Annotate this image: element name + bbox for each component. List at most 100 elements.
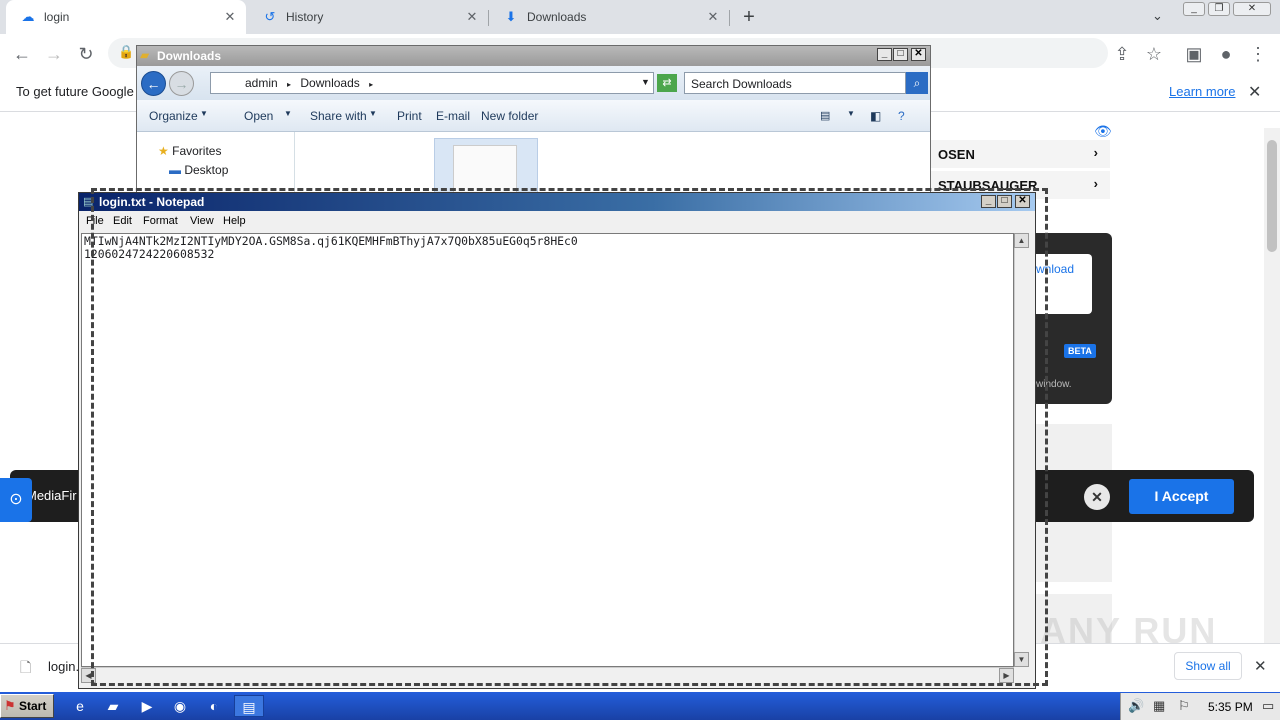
explorer-search-input[interactable]: Search Downloads — [684, 72, 906, 94]
view-options-icon[interactable]: ▤ — [820, 109, 830, 122]
flag-icon[interactable]: ⚐ — [1178, 698, 1190, 714]
accept-button[interactable]: I Accept — [1129, 479, 1234, 514]
maximize-button[interactable]: □ — [997, 195, 1012, 208]
menu-edit[interactable]: Edit — [113, 215, 132, 227]
back-arrow-icon[interactable]: ← — [10, 42, 34, 66]
email-button[interactable]: E-mail — [436, 109, 470, 123]
folder-icon[interactable]: ▰ — [101, 695, 125, 717]
notepad-vertical-scrollbar[interactable] — [1014, 233, 1030, 667]
page-scrollbar-thumb[interactable] — [1267, 140, 1277, 252]
star-icon: ★ — [158, 144, 169, 158]
chevron-down-icon: ▼ — [369, 109, 377, 118]
forward-arrow-icon[interactable]: → — [42, 42, 66, 66]
chrome-icon[interactable]: ◉ — [168, 695, 192, 717]
chevron-right-icon: › — [1093, 145, 1098, 160]
new-tab-button[interactable]: + — [738, 6, 760, 28]
notepad-text-area[interactable]: MTIwNjA4NTk2MzI2NTIyMDY2OA.GSM8Sa.qj61KQ… — [81, 233, 1014, 667]
close-icon[interactable]: ✕ — [1254, 657, 1267, 675]
tab-downloads[interactable]: ⬇ Downloads ✕ — [489, 0, 729, 34]
chevron-down-icon[interactable]: ▼ — [847, 109, 855, 118]
edge-icon[interactable]: ◐ — [202, 695, 226, 717]
notepad-icon: ▤ — [83, 196, 94, 208]
menu-help[interactable]: Help — [223, 215, 246, 227]
media-player-icon[interactable]: ▶ — [135, 695, 159, 717]
share-icon[interactable]: ⇪ — [1110, 42, 1134, 66]
close-window-button[interactable]: ✕ — [1233, 2, 1271, 16]
scroll-right-icon[interactable]: ▶ — [999, 668, 1014, 683]
content-block — [1036, 424, 1112, 470]
cloud-icon: ☁ — [21, 9, 35, 24]
close-icon[interactable]: ✕ — [222, 9, 238, 25]
clock: 5:35 PM — [1208, 700, 1253, 714]
reload-icon[interactable]: ↻ — [74, 42, 98, 66]
chevron-down-icon: ▼ — [200, 109, 208, 118]
breadcrumb-downloads[interactable]: Downloads — [300, 76, 359, 90]
star-icon[interactable]: ☆ — [1142, 42, 1166, 66]
close-icon[interactable]: ✕ — [464, 9, 480, 25]
side-panel-icon[interactable]: ▣ — [1182, 42, 1206, 66]
file-icon: 🗋 — [20, 659, 32, 675]
minimize-button[interactable]: _ — [877, 48, 892, 61]
minimize-button[interactable]: _ — [1183, 2, 1205, 16]
menu-item[interactable]: OSEN › — [928, 140, 1110, 168]
menu-view[interactable]: View — [190, 215, 214, 227]
forward-arrow-icon[interactable]: → — [169, 71, 194, 96]
text-file-icon — [453, 145, 517, 193]
volume-icon[interactable]: 🔊 — [1128, 698, 1144, 714]
back-arrow-icon[interactable]: ← — [141, 71, 166, 96]
profile-avatar-icon[interactable]: ● — [1214, 42, 1238, 66]
download-file-name[interactable]: login. — [48, 659, 79, 674]
minimize-button[interactable]: _ — [981, 195, 996, 208]
scroll-up-icon[interactable]: ▲ — [1014, 233, 1029, 248]
help-icon[interactable]: ? — [898, 109, 905, 123]
breadcrumb-admin[interactable]: admin — [245, 76, 278, 90]
notepad-taskbar-icon[interactable]: ▤ — [234, 695, 264, 717]
scroll-down-icon[interactable]: ▼ — [1014, 652, 1029, 667]
explorer-address-bar[interactable]: admin ▸ Downloads ▸ ▼ — [210, 72, 654, 94]
scroll-left-icon[interactable]: ◀ — [81, 668, 96, 683]
tab-separator — [729, 10, 730, 26]
taskbar — [0, 692, 1280, 720]
preview-pane-icon[interactable]: ◧ — [870, 109, 881, 123]
print-button[interactable]: Print — [397, 109, 422, 123]
chevron-down-icon[interactable]: ▼ — [641, 77, 650, 87]
lock-icon: 🔒 — [118, 44, 135, 59]
tab-label: login — [44, 10, 70, 24]
close-icon[interactable]: ✕ — [705, 9, 721, 25]
menu-item-label: OSEN — [938, 147, 975, 162]
close-icon[interactable]: ✕ — [1248, 82, 1261, 102]
open-button[interactable]: Open — [244, 109, 273, 123]
learn-more-link[interactable]: Learn more — [1169, 84, 1235, 99]
nav-desktop[interactable]: ▬ Desktop — [169, 163, 228, 177]
menu-format[interactable]: Format — [143, 215, 178, 227]
eye-icon[interactable]: 👁 — [1094, 123, 1112, 140]
nav-favorites[interactable]: ★ Favorites — [158, 144, 221, 158]
close-window-button[interactable]: ✕ — [1015, 195, 1030, 208]
show-all-button[interactable]: Show all — [1174, 652, 1242, 680]
new-folder-button[interactable]: New folder — [481, 109, 538, 123]
accessibility-icon[interactable]: ⊙ — [0, 478, 32, 522]
cookie-close-button[interactable]: ✕ — [1084, 484, 1110, 510]
show-desktop-icon[interactable]: ▭ — [1262, 698, 1274, 714]
menu-file[interactable]: File — [86, 215, 104, 227]
maximize-button[interactable]: □ — [893, 48, 908, 61]
close-window-button[interactable]: ✕ — [911, 48, 926, 61]
tab-history[interactable]: ↺ History ✕ — [248, 0, 488, 34]
ie-icon[interactable]: e — [68, 695, 92, 717]
maximize-button[interactable]: ❐ — [1208, 2, 1230, 16]
search-icon[interactable]: ⌕ — [906, 72, 928, 94]
organize-button[interactable]: Organize — [149, 109, 198, 123]
download-link[interactable]: wnload — [1036, 262, 1074, 276]
windows-logo-icon: ⚑ — [4, 698, 16, 713]
tab-search-icon[interactable]: ⌄ — [1152, 8, 1163, 24]
beta-badge: BETA — [1064, 344, 1096, 358]
network-icon[interactable]: ▦ — [1153, 698, 1165, 714]
tab-login[interactable]: ☁ login ✕ — [6, 0, 246, 34]
refresh-icon[interactable]: ⇄ — [657, 74, 677, 92]
kebab-menu-icon[interactable]: ⋮ — [1246, 42, 1270, 66]
nav-favorites-label: Favorites — [172, 144, 222, 158]
notepad-horizontal-scrollbar[interactable] — [81, 667, 1014, 684]
share-with-button[interactable]: Share with — [310, 109, 367, 123]
chevron-right-icon: ▸ — [287, 80, 292, 89]
explorer-title: Downloads — [137, 46, 930, 66]
